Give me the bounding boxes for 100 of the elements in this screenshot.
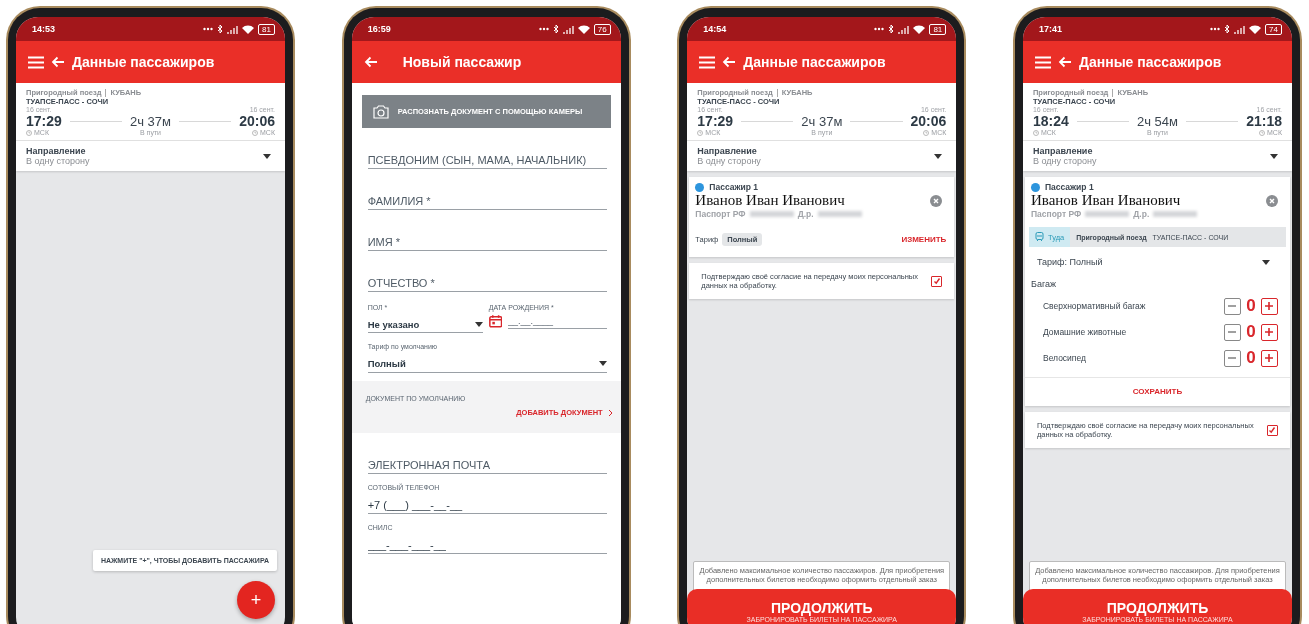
baggage-label: Сверхнормативный багаж bbox=[1042, 301, 1147, 311]
dropdown-caret-icon bbox=[934, 153, 943, 159]
document-type: Паспорт РФ bbox=[1030, 209, 1082, 219]
close-icon[interactable] bbox=[1265, 194, 1278, 207]
masked-field[interactable]: ___-___-___-__ bbox=[367, 537, 607, 554]
passenger-label: Пассажир 1 bbox=[1044, 182, 1094, 192]
clock-icon bbox=[697, 129, 704, 136]
minus-button[interactable] bbox=[1223, 349, 1241, 367]
bluetooth-icon bbox=[217, 24, 224, 34]
tariff-dropdown[interactable]: Тариф: Полный bbox=[1030, 247, 1282, 271]
masked-field[interactable]: +7 (___) ___-__-__ bbox=[367, 497, 607, 514]
dots-icon bbox=[1210, 27, 1221, 31]
consent-checkbox[interactable] bbox=[931, 275, 943, 287]
arrival-time: 21:18 bbox=[1246, 113, 1282, 129]
direction-dropdown[interactable]: Направление В одну сторону bbox=[1022, 141, 1292, 171]
trip-duration: 2ч 37м bbox=[801, 113, 843, 129]
back-arrow-icon[interactable] bbox=[51, 56, 65, 68]
dots-icon bbox=[203, 27, 214, 31]
clock-icon bbox=[252, 129, 259, 136]
wifi-icon bbox=[913, 24, 926, 34]
screen-title: Данные пассажиров bbox=[743, 54, 886, 70]
battery-indicator: 74 bbox=[1265, 23, 1282, 35]
bluetooth-icon bbox=[888, 24, 895, 34]
status-time: 14:53 bbox=[32, 24, 56, 34]
status-time: 14:54 bbox=[703, 24, 727, 34]
bluetooth-icon bbox=[1224, 24, 1231, 34]
date-field[interactable]: __.__.____ bbox=[508, 314, 607, 329]
birth-date-label: Д.р. bbox=[1133, 209, 1150, 219]
edit-link[interactable]: ИЗМЕНИТЬ bbox=[901, 235, 947, 244]
baggage-count: 0 bbox=[1245, 348, 1257, 368]
clock-icon bbox=[923, 129, 930, 136]
text-field[interactable]: ЭЛЕКТРОННАЯ ПОЧТА bbox=[367, 457, 607, 474]
tariff-dropdown[interactable]: Полный bbox=[367, 354, 607, 373]
menu-icon[interactable] bbox=[1034, 55, 1051, 69]
add-passenger-button[interactable]: + bbox=[237, 581, 275, 619]
text-field[interactable]: ОТЧЕСТВО * bbox=[367, 275, 607, 292]
clock-icon bbox=[26, 129, 32, 136]
signal-icon bbox=[227, 24, 239, 34]
dropdown-caret-icon bbox=[598, 361, 607, 366]
bluetooth-icon bbox=[552, 24, 559, 34]
menu-icon[interactable] bbox=[28, 55, 44, 69]
plus-icon bbox=[1265, 354, 1274, 362]
back-arrow-icon[interactable] bbox=[363, 56, 378, 68]
calendar-icon[interactable] bbox=[488, 313, 503, 329]
battery-indicator: 76 bbox=[593, 23, 611, 35]
passenger-name: Иванов Иван Иванович bbox=[695, 192, 845, 209]
screen-title: Данные пассажиров bbox=[1078, 54, 1222, 70]
blurred-number bbox=[1085, 211, 1130, 217]
blurred-number bbox=[749, 211, 794, 217]
back-arrow-icon[interactable] bbox=[1057, 56, 1072, 68]
baggage-label: Домашние животные bbox=[1042, 327, 1128, 337]
screen-title: Данные пассажиров bbox=[72, 54, 215, 70]
trip-duration: 2ч 37м bbox=[130, 113, 171, 129]
departure-time: 17:29 bbox=[697, 113, 734, 129]
close-icon[interactable] bbox=[930, 194, 943, 207]
back-arrow-icon[interactable] bbox=[722, 56, 737, 68]
camera-icon bbox=[371, 104, 390, 119]
minus-button[interactable] bbox=[1223, 323, 1241, 341]
dot-icon bbox=[1030, 182, 1040, 192]
battery-indicator: 81 bbox=[929, 23, 947, 35]
checkmark-icon bbox=[1268, 426, 1277, 434]
passenger-label: Пассажир 1 bbox=[709, 182, 758, 192]
text-field[interactable]: ИМЯ * bbox=[367, 234, 607, 251]
minus-icon bbox=[1228, 357, 1237, 359]
plus-icon bbox=[1265, 302, 1274, 310]
plus-button[interactable] bbox=[1260, 349, 1278, 367]
text-field[interactable]: ФАМИЛИЯ * bbox=[367, 193, 607, 210]
clock-icon bbox=[1259, 129, 1265, 136]
baggage-count: 0 bbox=[1245, 322, 1257, 342]
text-field[interactable]: ПСЕВДОНИМ (СЫН, МАМА, НАЧАЛЬНИК) bbox=[367, 152, 607, 169]
minus-icon bbox=[1228, 331, 1237, 333]
signal-icon bbox=[898, 24, 910, 34]
blurred-date bbox=[817, 211, 862, 217]
minus-button[interactable] bbox=[1223, 297, 1241, 315]
dropdown-caret-icon bbox=[263, 153, 271, 159]
gender-dropdown[interactable]: Не указано bbox=[367, 317, 483, 333]
signal-icon bbox=[1234, 24, 1246, 34]
chevron-right-icon bbox=[607, 408, 613, 417]
dropdown-caret-icon bbox=[1261, 259, 1270, 265]
trip-duration: 2ч 54м bbox=[1136, 113, 1178, 129]
arrival-time: 20:06 bbox=[239, 113, 275, 129]
departure-time: 17:29 bbox=[26, 113, 62, 129]
battery-indicator: 81 bbox=[258, 23, 275, 35]
dropdown-caret-icon bbox=[474, 322, 483, 327]
dropdown-caret-icon bbox=[1269, 153, 1278, 159]
save-button[interactable]: СОХРАНИТЬ bbox=[1126, 384, 1189, 399]
dots-icon bbox=[538, 27, 549, 31]
menu-icon[interactable] bbox=[699, 55, 716, 69]
plus-button[interactable] bbox=[1260, 297, 1278, 315]
wifi-icon bbox=[577, 24, 590, 34]
plus-icon bbox=[1265, 328, 1274, 336]
baggage-count: 0 bbox=[1245, 296, 1257, 316]
consent-checkbox[interactable] bbox=[1266, 424, 1278, 436]
plus-button[interactable] bbox=[1260, 323, 1278, 341]
wifi-icon bbox=[242, 24, 255, 34]
train-icon bbox=[1034, 232, 1044, 242]
direction-dropdown[interactable]: Направление В одну сторону bbox=[16, 141, 285, 171]
direction-dropdown[interactable]: Направление В одну сторону bbox=[687, 141, 957, 171]
wifi-icon bbox=[1249, 24, 1262, 34]
status-time: 16:59 bbox=[367, 24, 391, 34]
